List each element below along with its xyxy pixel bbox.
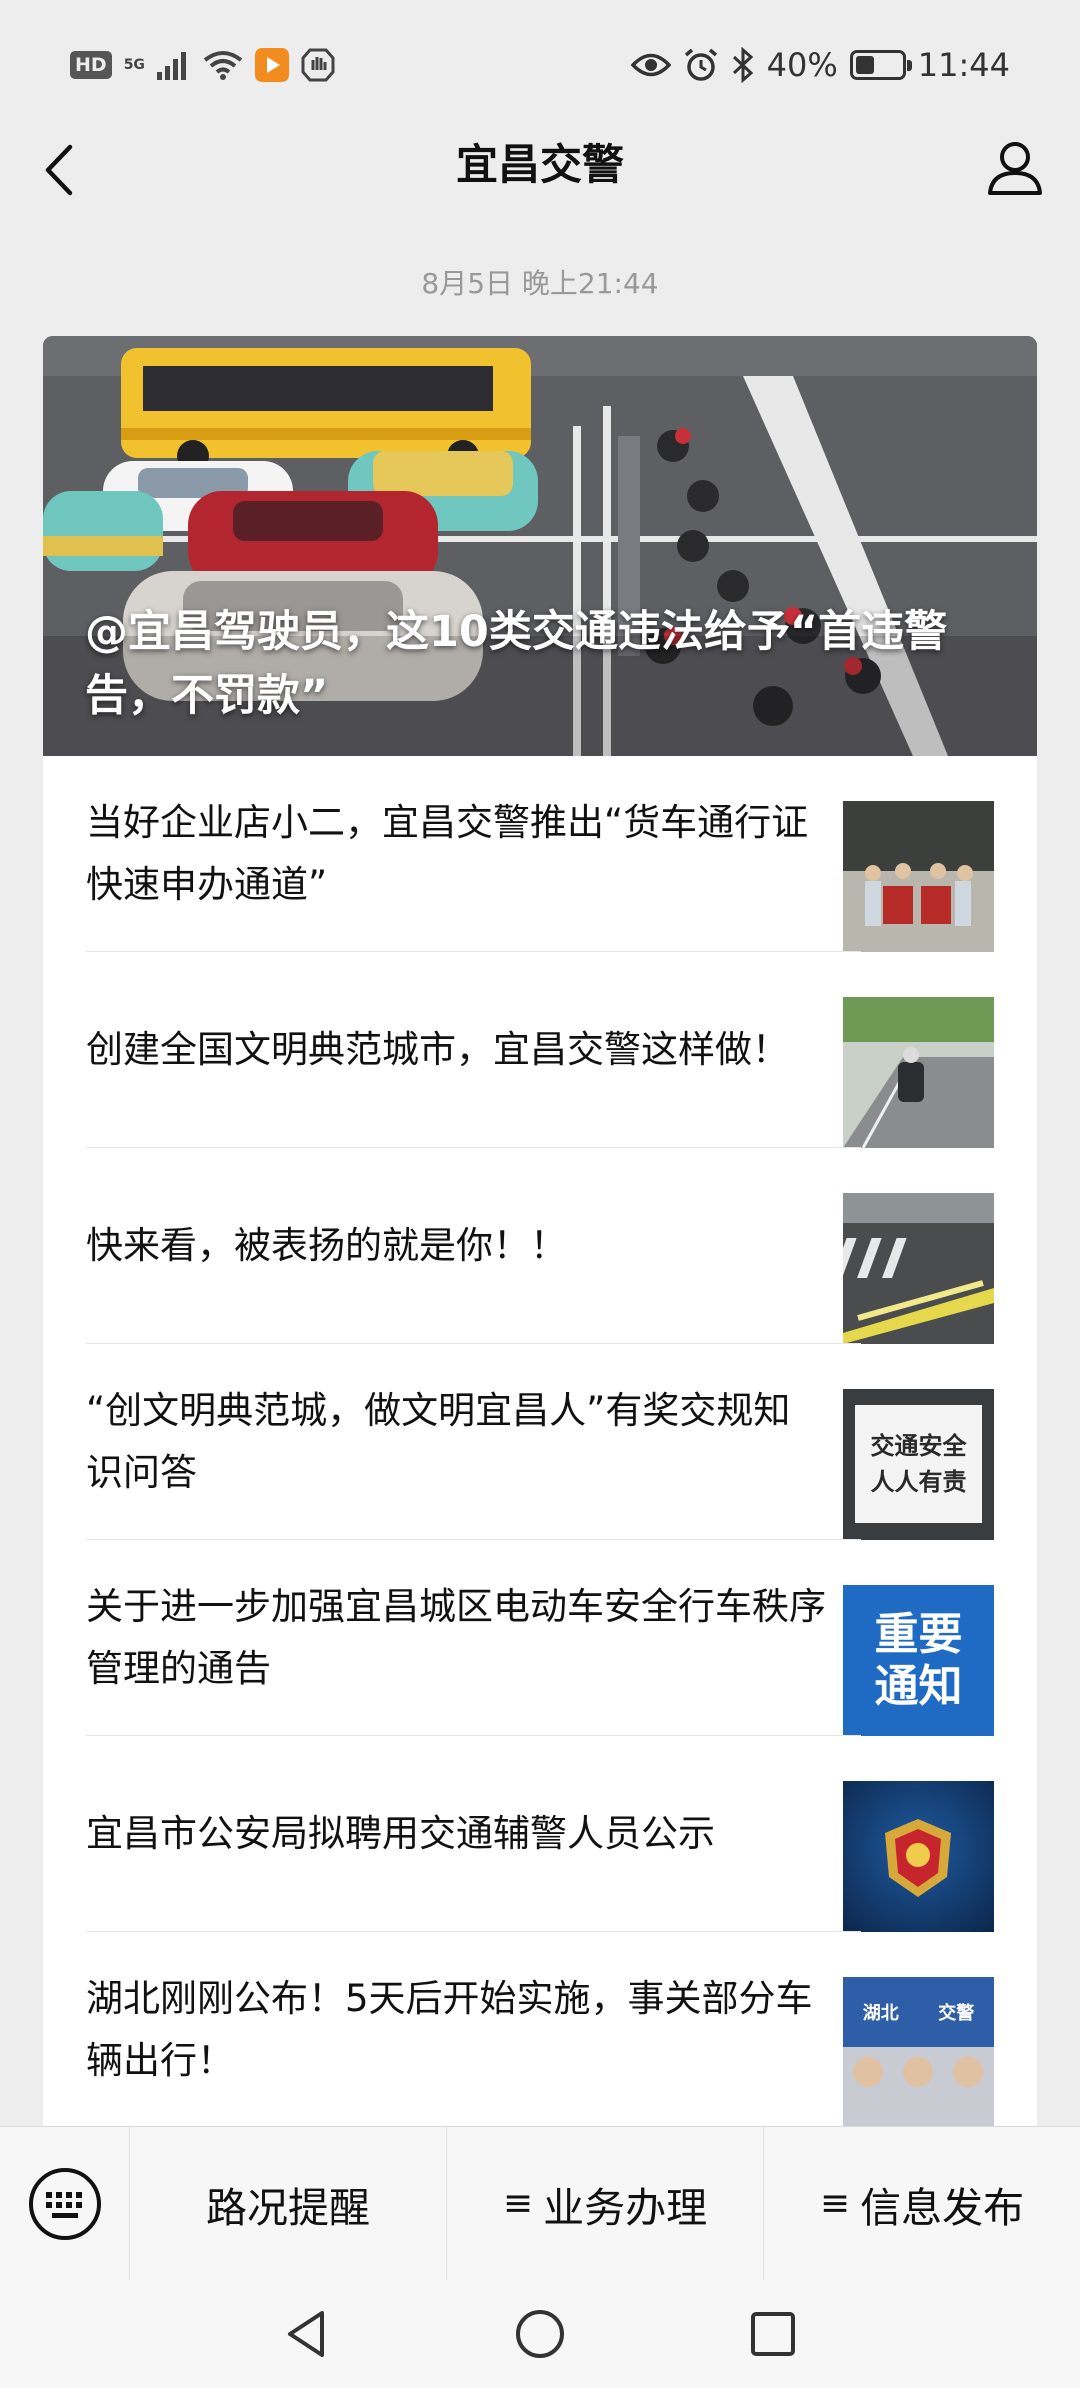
network-type: 5G [123,57,145,73]
list-item[interactable]: 当好企业店小二，宜昌交警推出“货车通行证快速申办通道” [43,756,1037,952]
title-bar: 宜昌交警 [0,125,1080,205]
thumbnail-text: 人人有责 [870,1468,967,1496]
list-item[interactable]: “创文明典范城，做文明宜昌人”有奖交规知识问答 交通安全 人人有责 [43,1344,1037,1540]
thumbnail-text: 湖北 [862,2003,899,2024]
article-title: 宜昌市公安局拟聘用交通辅警人员公示 [86,1812,715,1855]
battery-percent: 40% [766,46,838,84]
clock: 11:44 [917,46,1010,84]
screen: HD 5G 40% 11:44 宜昌交警 8月5日 晚上21:44 @宜昌驾驶员… [0,0,1080,2388]
video-app-icon [254,48,289,82]
thumbnail-banner: 湖北 交警 [843,1977,994,2047]
status-left: HD 5G [70,44,335,86]
article-card: @宜昌驾驶员，这10类交通违法给予“首违警告，不罚款” 当好企业店小二，宜昌交警… [43,336,1037,2206]
menu-info-release[interactable]: ≡ 信息发布 [764,2127,1080,2281]
thumbnail-text: 重要 [874,1608,963,1660]
nav-back-button[interactable] [267,2294,347,2374]
article-title: 关于进一步加强宜昌城区电动车安全行车秩序管理的通告 [86,1585,826,1690]
list-item[interactable]: 宜昌市公安局拟聘用交通辅警人员公示 [43,1736,1037,1932]
message-timestamp: 8月5日 晚上21:44 [421,267,659,300]
hero-title: @宜昌驾驶员，这10类交通违法给予“首违警告，不罚款” [85,607,948,721]
hero-article[interactable]: @宜昌驾驶员，这10类交通违法给予“首违警告，不罚款” [43,336,1037,756]
bluetooth-icon [732,47,753,83]
hand-icon [301,48,335,82]
status-right: 40% 11:44 [630,40,1010,90]
thumbnail-figure [953,2057,983,2087]
menu-road-conditions[interactable]: 路况提醒 [130,2126,447,2281]
battery-icon [849,50,912,80]
thumbnail-text: 通知 [874,1660,963,1712]
menu-label: 路况提醒 [206,2183,370,2232]
keyboard-icon [28,2167,101,2240]
home-circle-icon [515,2310,564,2358]
nav-recents-button[interactable] [733,2294,813,2374]
system-nav-bar [0,2280,1080,2388]
list-item[interactable]: 创建全国文明典范城市，宜昌交警这样做！ [43,952,1037,1148]
eye-icon [630,53,671,77]
article-thumbnail [843,1193,994,1344]
nav-home-button[interactable] [500,2294,580,2374]
article-title: “创文明典范城，做文明宜昌人”有奖交规知识问答 [86,1389,791,1494]
list-item[interactable]: 关于进一步加强宜昌城区电动车安全行车秩序管理的通告 重要 通知 [43,1540,1037,1736]
menu-business[interactable]: ≡ 业务办理 [447,2126,764,2281]
article-thumbnail [843,801,994,952]
person-icon [988,142,1042,195]
article-thumbnail: 湖北 交警 [843,1977,994,2128]
wifi-icon [203,51,243,80]
article-thumbnail: 重要 通知 [843,1585,994,1736]
list-item[interactable]: 湖北刚刚公布！5天后开始实施，事关部分车辆出行！ 湖北 交警 [43,1932,1037,2128]
article-thumbnail [843,997,994,1148]
back-triangle-icon [287,2311,324,2357]
article-thumbnail [843,1781,994,1932]
bottom-menu: 路况提醒 ≡ 业务办理 ≡ 信息发布 [0,2126,1080,2281]
keyboard-toggle-button[interactable] [0,2126,130,2281]
thumbnail-text: 交警 [938,2003,975,2024]
status-bar: HD 5G 40% 11:44 [0,0,1080,130]
menu-label: 业务办理 [543,2183,708,2232]
hd-badge: HD [70,51,112,79]
alarm-icon [684,48,717,81]
profile-button[interactable] [980,133,1050,203]
article-thumbnail: 交通安全 人人有责 [843,1389,994,1540]
signal-icon [156,52,186,80]
article-title: 当好企业店小二，宜昌交警推出“货车通行证快速申办通道” [86,801,809,906]
menu-list-icon: ≡ [502,2183,534,2224]
menu-label: 信息发布 [860,2183,1025,2232]
recents-square-icon [751,2312,796,2356]
article-title: 快来看，被表扬的就是你！！ [86,1224,567,1267]
thumbnail-figure [903,2057,933,2087]
thumbnail-poster: 交通安全 人人有责 [855,1405,982,1523]
thumbnail-figure [853,2057,883,2087]
article-title: 湖北刚刚公布！5天后开始实施，事关部分车辆出行！ [86,1977,813,2082]
page-title: 宜昌交警 [455,140,624,189]
thumbnail-text: 交通安全 [870,1432,967,1460]
article-title: 创建全国文明典范城市，宜昌交警这样做！ [86,1028,789,1071]
police-emblem-icon [843,1781,994,1932]
list-item[interactable]: 快来看，被表扬的就是你！！ [43,1148,1037,1344]
menu-list-icon: ≡ [819,2183,851,2224]
battery-fill [855,56,874,74]
